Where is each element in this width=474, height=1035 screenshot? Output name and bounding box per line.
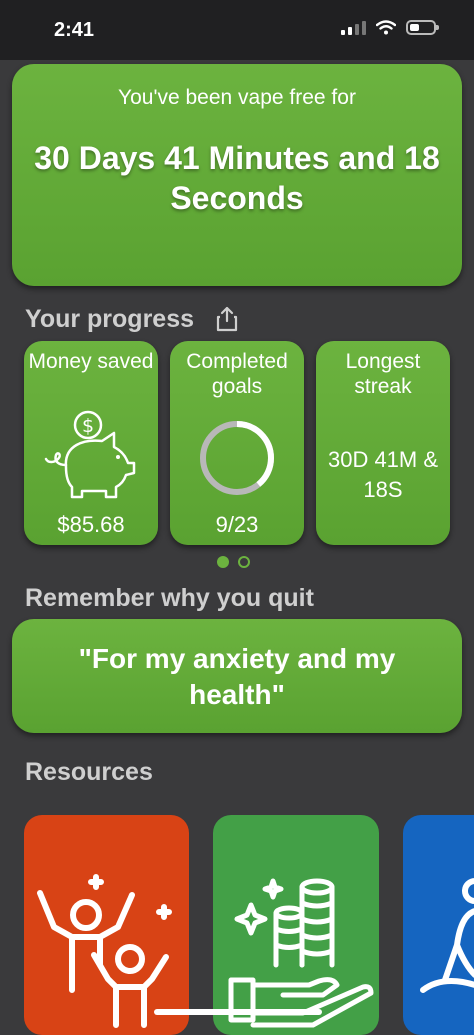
money-saved-card[interactable]: Money saved $ $85.68 (24, 341, 158, 545)
goals-progress-ring (200, 421, 274, 495)
page-dot[interactable] (238, 556, 250, 568)
savings-hand-icon (228, 878, 374, 1028)
status-icons (341, 20, 439, 35)
meditation-icon (420, 878, 474, 993)
vape-free-timer-card: You've been vape free for 30 Days 41 Min… (12, 64, 462, 286)
svg-text:$: $ (82, 415, 94, 437)
resource-card[interactable] (213, 815, 379, 1035)
resources-section-title: Resources (25, 758, 153, 786)
longest-streak-value: 30D 41M & 18S (327, 447, 439, 502)
share-icon[interactable] (215, 306, 239, 332)
resource-card[interactable] (403, 815, 474, 1035)
quit-reason-quote: "For my anxiety and my health" (78, 643, 396, 710)
completed-goals-card[interactable]: Completed goals 9/23 (170, 341, 304, 545)
card-label: Longest streak (345, 350, 421, 398)
timer-label: You've been vape free for (118, 86, 356, 109)
celebrating-people-icon (37, 874, 172, 1028)
wifi-icon (376, 20, 396, 35)
card-label: Money saved (28, 350, 154, 373)
home-indicator[interactable] (154, 1009, 322, 1015)
card-label: Completed goals (186, 350, 288, 398)
battery-icon (406, 20, 439, 35)
piggy-bank-icon: $ (44, 410, 136, 499)
money-saved-value: $85.68 (57, 512, 125, 537)
carousel-page-indicator[interactable] (217, 556, 250, 568)
timer-duration: 30 Days 41 Minutes and 18 Seconds (34, 140, 440, 216)
quit-reason-card[interactable]: "For my anxiety and my health" (12, 619, 462, 733)
status-bar: 2:41 (0, 0, 474, 60)
progress-section-title: Your progress (25, 305, 195, 333)
reasons-section-title: Remember why you quit (25, 584, 314, 612)
longest-streak-card[interactable]: Longest streak 30D 41M & 18S (316, 341, 450, 545)
cellular-signal-icon (341, 20, 366, 35)
status-time: 2:41 (54, 19, 95, 41)
completed-goals-value: 9/23 (215, 512, 259, 537)
resource-card[interactable] (24, 815, 189, 1035)
page-dot-active[interactable] (217, 556, 229, 568)
